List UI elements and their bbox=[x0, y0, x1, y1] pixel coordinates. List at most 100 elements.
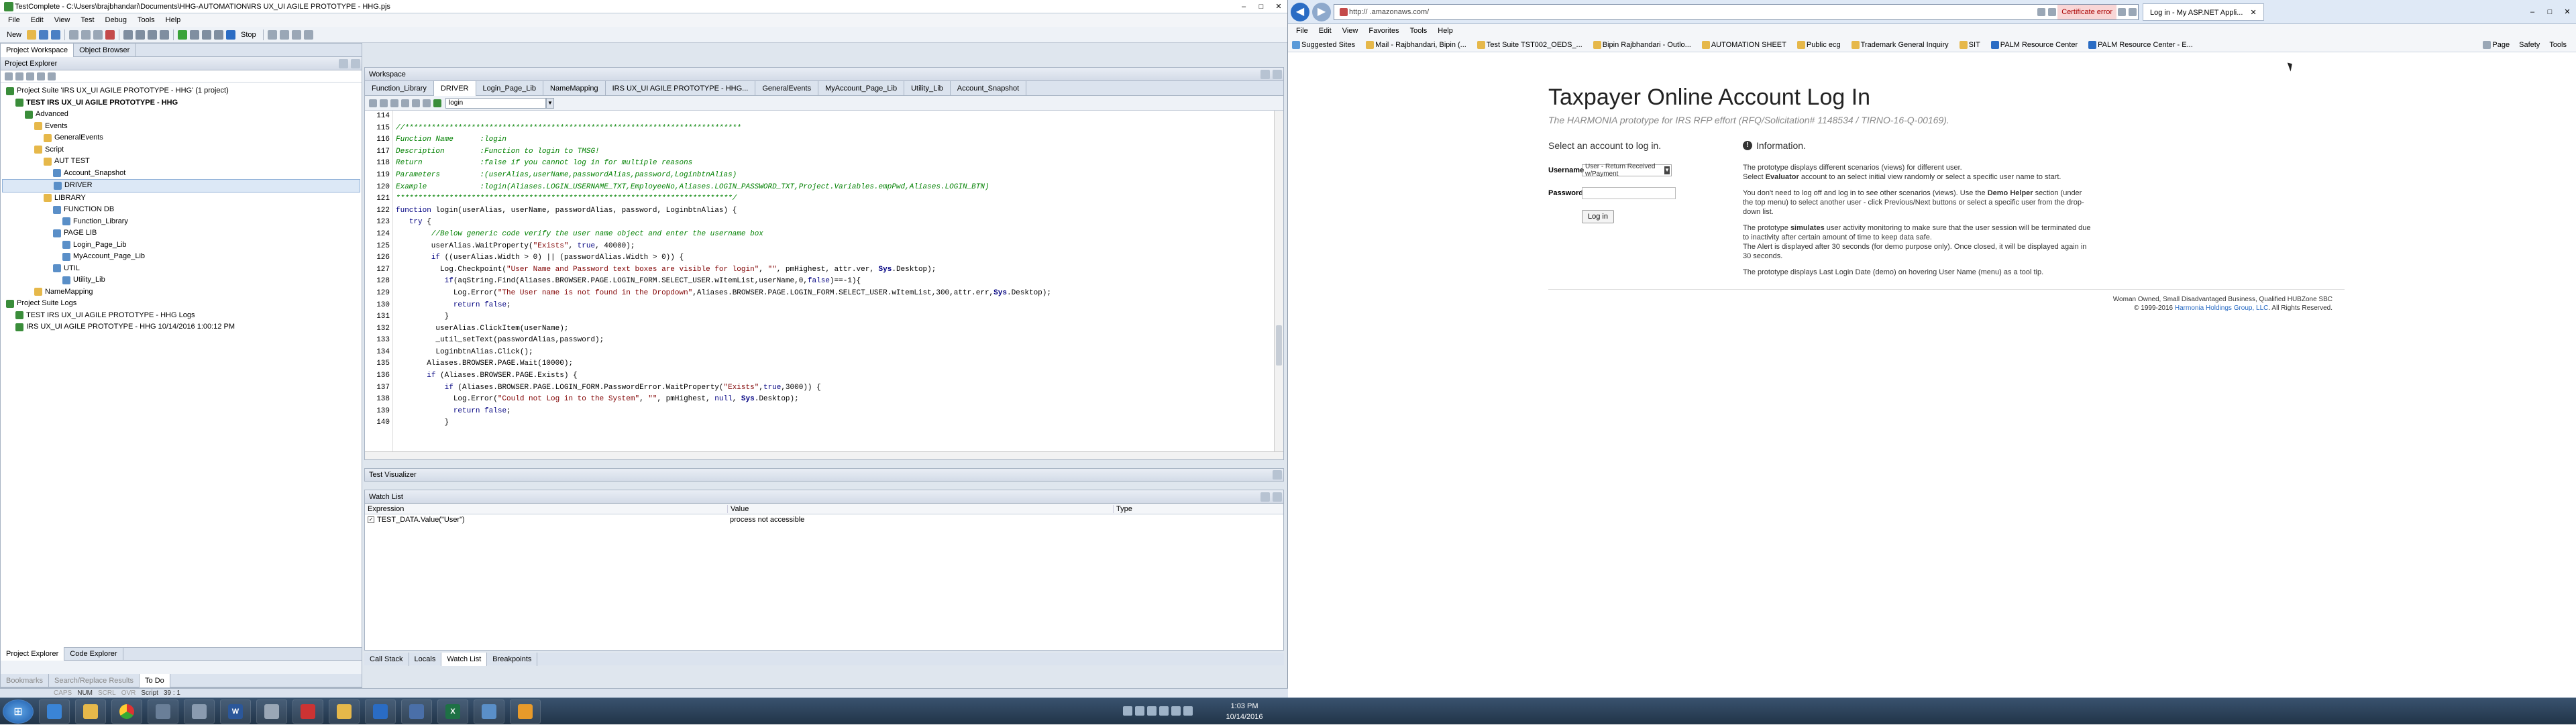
favorite-palm[interactable]: PALM Resource Center bbox=[1990, 40, 2078, 49]
tab-breakpoints[interactable]: Breakpoints bbox=[487, 653, 538, 666]
code-lines[interactable]: //**************************************… bbox=[396, 111, 1270, 429]
uncomment-icon[interactable] bbox=[401, 99, 409, 107]
tab-search-replace[interactable]: Search/Replace Results bbox=[49, 673, 140, 687]
watch-pin-icon[interactable] bbox=[1260, 492, 1270, 502]
tab-project-workspace[interactable]: Project Workspace bbox=[1, 43, 74, 57]
minimize-button[interactable]: – bbox=[1235, 1, 1252, 12]
find-icon[interactable] bbox=[148, 30, 158, 40]
stop-button[interactable]: Stop bbox=[237, 31, 260, 39]
code-editor[interactable]: 114 115 116 117 118 119 120 121 122 123 124 125 126 1… bbox=[365, 111, 1275, 454]
col-value[interactable]: Value bbox=[727, 504, 1113, 513]
code-line[interactable]: Function Name :login bbox=[396, 134, 1270, 146]
watch-row[interactable]: ✓ TEST_DATA.Value("User") process not ac… bbox=[365, 514, 1283, 525]
favorite-palm-e[interactable]: PALM Resource Center - E... bbox=[2087, 40, 2193, 49]
taskbar-pdf[interactable] bbox=[292, 699, 323, 724]
ie-menu-help[interactable]: Help bbox=[1432, 27, 1458, 35]
taskbar-remote[interactable] bbox=[401, 699, 432, 724]
menu-edit[interactable]: Edit bbox=[25, 16, 49, 24]
watch-checkbox[interactable]: ✓ bbox=[368, 516, 374, 523]
watch-close-icon[interactable] bbox=[1273, 492, 1282, 502]
favorite-outlook[interactable]: Bipin Rajbhandari - Outlo... bbox=[1592, 40, 1691, 49]
code-line[interactable]: if (Aliases.BROWSER.PAGE.LOGIN_FORM.Pass… bbox=[396, 382, 1270, 394]
outdent-icon[interactable] bbox=[380, 99, 388, 107]
workspace-pin-icon[interactable] bbox=[1260, 69, 1270, 79]
code-line[interactable]: } bbox=[396, 311, 1270, 323]
forward-button[interactable]: ▶ bbox=[1312, 2, 1331, 21]
copy-icon[interactable] bbox=[81, 30, 91, 40]
ie-menu-tools[interactable]: Tools bbox=[1405, 27, 1433, 35]
harmonia-link[interactable]: Harmonia Holdings Group, LLC bbox=[2175, 304, 2269, 312]
favorite-automation-sheet[interactable]: AUTOMATION SHEET bbox=[1701, 40, 1786, 49]
tree-node[interactable]: Script bbox=[2, 144, 360, 156]
document-tab[interactable]: Function_Library bbox=[365, 80, 434, 96]
cut-icon[interactable] bbox=[69, 30, 79, 40]
ie-close-button[interactable]: ✕ bbox=[2559, 7, 2576, 17]
close-button[interactable]: ✕ bbox=[1270, 1, 1287, 12]
code-line[interactable]: Aliases.BROWSER.PAGE.Wait(10000); bbox=[396, 358, 1270, 370]
code-line[interactable]: Description :Function to login to TMSG! bbox=[396, 146, 1270, 158]
start-button[interactable]: ⊞ bbox=[3, 699, 34, 724]
tree-node[interactable]: Events bbox=[2, 121, 360, 133]
taskbar-app[interactable] bbox=[184, 699, 215, 724]
format-icon[interactable] bbox=[423, 99, 431, 107]
dropdown-icon[interactable] bbox=[2048, 7, 2057, 16]
document-tab[interactable]: Utility_Lib bbox=[904, 80, 951, 96]
stop-load-icon[interactable] bbox=[2129, 7, 2137, 16]
tab-watch-list[interactable]: Watch List bbox=[441, 653, 488, 666]
tab-locals[interactable]: Locals bbox=[409, 653, 442, 666]
network-icon[interactable] bbox=[1171, 706, 1181, 716]
tree-node[interactable]: TEST IRS UX_UI AGILE PROTOTYPE - HHG Log… bbox=[2, 310, 360, 322]
layout-icon-3[interactable] bbox=[291, 30, 301, 40]
address-bar[interactable]: http:// .amazonaws.com/ Certificate erro… bbox=[1334, 3, 2139, 20]
delete-icon[interactable] bbox=[105, 30, 115, 40]
vertical-scrollbar[interactable] bbox=[1274, 111, 1283, 454]
code-line[interactable]: Log.Error("Could not Log in to the Syste… bbox=[396, 394, 1270, 406]
tree-node[interactable]: UTIL bbox=[2, 263, 360, 275]
tree-node[interactable]: Utility_Lib bbox=[2, 274, 360, 286]
document-tab[interactable]: DRIVER bbox=[433, 80, 476, 96]
tab-call-stack[interactable]: Call Stack bbox=[364, 653, 409, 666]
workspace-close-icon[interactable] bbox=[1273, 69, 1282, 79]
code-line[interactable]: if(aqString.Find(Aliases.BROWSER.PAGE.LO… bbox=[396, 276, 1270, 288]
paste-icon[interactable] bbox=[93, 30, 103, 40]
search-icon[interactable] bbox=[2037, 7, 2046, 16]
code-line[interactable]: } bbox=[396, 417, 1270, 429]
cmd-tools[interactable]: Tools bbox=[2549, 41, 2567, 49]
tray-icon-2[interactable] bbox=[1135, 706, 1144, 716]
clock[interactable]: 1:03 PM 10/14/2016 bbox=[1201, 698, 1288, 725]
taskbar-word[interactable]: W bbox=[220, 699, 251, 724]
code-line[interactable] bbox=[396, 111, 1270, 123]
col-expression[interactable]: Expression bbox=[365, 505, 727, 513]
code-line[interactable]: Parameters :(userAlias,userName,password… bbox=[396, 170, 1270, 182]
taskbar-outlook[interactable] bbox=[329, 699, 360, 724]
back-button[interactable]: ◀ bbox=[1291, 2, 1309, 21]
layout-icon-4[interactable] bbox=[303, 30, 313, 40]
close-panel-icon[interactable] bbox=[351, 58, 360, 68]
tray-icon-3[interactable] bbox=[1147, 706, 1157, 716]
login-button[interactable]: Log in bbox=[1582, 210, 1614, 223]
code-line[interactable]: _util_setText(passwordAlias,password); bbox=[396, 335, 1270, 347]
cmd-page[interactable]: Page bbox=[2481, 40, 2510, 49]
col-type[interactable]: Type bbox=[1113, 504, 1283, 513]
username-select[interactable]: User - Return Received w/Payment ▼ bbox=[1582, 163, 1672, 178]
taskbar-testcomplete[interactable] bbox=[474, 699, 504, 724]
code-line[interactable]: //**************************************… bbox=[396, 123, 1270, 135]
routine-selector[interactable]: login bbox=[445, 97, 546, 109]
save-all-icon[interactable] bbox=[51, 30, 61, 40]
chevron-down-icon[interactable]: ▼ bbox=[546, 97, 554, 109]
taskbar-other[interactable] bbox=[510, 699, 541, 724]
run-icon[interactable] bbox=[178, 30, 188, 40]
menu-debug[interactable]: Debug bbox=[100, 16, 132, 24]
taskbar-ie[interactable] bbox=[39, 699, 70, 724]
open-icon[interactable] bbox=[27, 30, 37, 40]
code-line[interactable]: return false; bbox=[396, 406, 1270, 418]
cmd-safety[interactable]: Safety bbox=[2519, 41, 2540, 49]
taskbar-terminal[interactable] bbox=[365, 699, 396, 724]
scroll-thumb[interactable] bbox=[1276, 325, 1282, 366]
taskbar-chrome[interactable] bbox=[111, 699, 142, 724]
document-tab[interactable]: IRS UX_UI AGILE PROTOTYPE - HHG... bbox=[606, 80, 756, 96]
volume-icon[interactable] bbox=[1183, 706, 1193, 716]
tree-node[interactable]: MyAccount_Page_Lib bbox=[2, 251, 360, 263]
code-line[interactable]: Return :false if you cannot log in for m… bbox=[396, 158, 1270, 170]
tab-bookmarks[interactable]: Bookmarks bbox=[1, 673, 50, 687]
